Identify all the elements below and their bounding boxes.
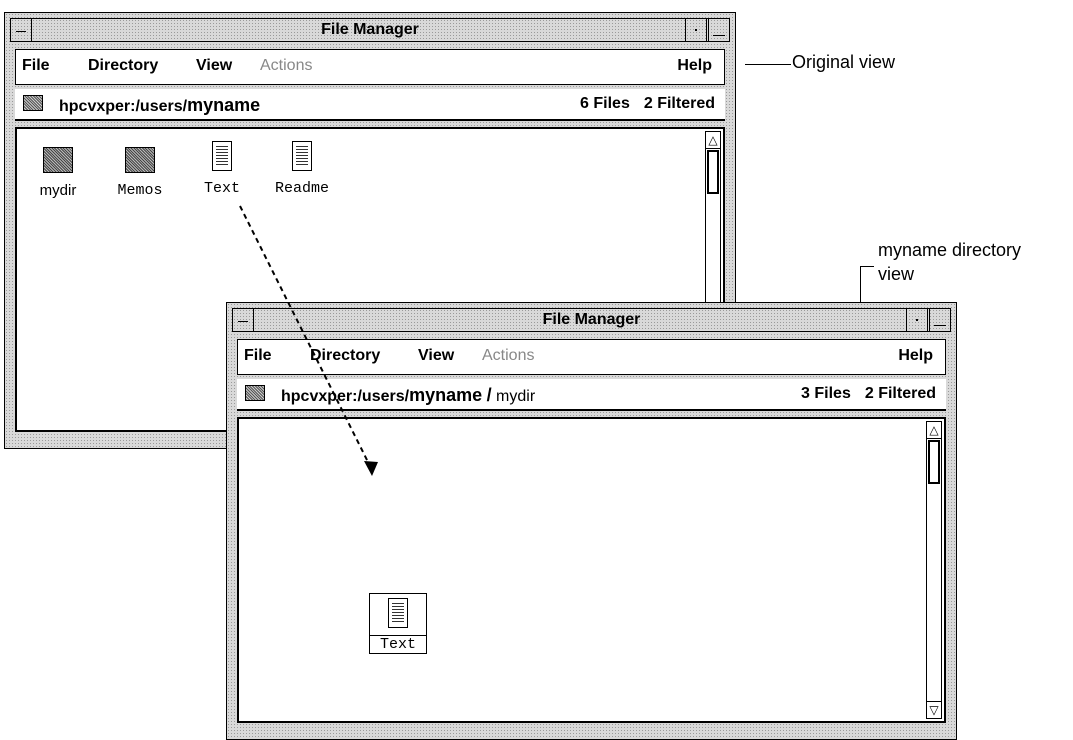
menu-view[interactable]: View	[196, 57, 232, 75]
document-icon	[292, 141, 312, 171]
scroll-thumb[interactable]	[928, 440, 940, 484]
callout-line-2: view	[878, 264, 915, 284]
title-bar[interactable]: File Manager	[10, 18, 730, 42]
scroll-thumb[interactable]	[707, 150, 719, 194]
minimize-button[interactable]	[685, 18, 707, 42]
callout-leader-myname-vertical	[860, 266, 861, 302]
file-counts: 3 Files 2 Filtered	[801, 385, 936, 403]
menu-file[interactable]: File	[244, 347, 272, 365]
current-path[interactable]: hpcvxper:/users/myname	[59, 95, 260, 116]
menu-help[interactable]: Help	[677, 57, 712, 75]
folder-icon	[43, 147, 73, 173]
minimize-button[interactable]	[906, 308, 928, 332]
menu-directory[interactable]: Directory	[88, 57, 158, 75]
current-path[interactable]: hpcvxper:/users/myname / mydir	[281, 385, 535, 406]
file-item-text-selected[interactable]: Text	[369, 593, 427, 654]
menu-directory[interactable]: Directory	[310, 347, 380, 365]
filtered-count: 2 Filtered	[864, 385, 936, 402]
window-title: File Manager	[542, 311, 641, 328]
menu-bar: File Directory View Actions Help	[15, 49, 725, 85]
file-counts: 6 Files 2 Filtered	[580, 95, 715, 113]
file-item-text[interactable]: Text	[187, 141, 257, 197]
path-bar: hpcvxper:/users/myname / mydir 3 Files 2 …	[237, 379, 946, 411]
folder-icon	[23, 95, 43, 111]
file-item-readme[interactable]: Readme	[267, 141, 337, 197]
folder-icon	[245, 385, 265, 401]
callout-original-view: Original view	[792, 52, 896, 72]
callout-leader-original	[745, 64, 791, 65]
menu-actions[interactable]: Actions	[482, 347, 534, 365]
file-item-memos[interactable]: Memos	[105, 147, 175, 199]
scroll-up-arrow-icon[interactable]: △	[706, 132, 720, 149]
path-bar: hpcvxper:/users/myname 6 Files 2 Filtered	[15, 89, 725, 121]
maximize-button[interactable]	[929, 308, 951, 332]
callout-myname-directory-view: myname directory view	[878, 238, 1021, 286]
files-count: 6 Files	[580, 95, 630, 112]
menu-view[interactable]: View	[418, 347, 454, 365]
callout-line-1: myname directory	[878, 240, 1022, 260]
filtered-count: 2 Filtered	[643, 95, 715, 112]
folder-icon	[125, 147, 155, 173]
menu-help[interactable]: Help	[898, 347, 933, 365]
scroll-down-arrow-icon[interactable]: ▽	[927, 701, 941, 718]
title-bar[interactable]: File Manager	[232, 308, 951, 332]
document-icon	[388, 598, 408, 628]
window-title: File Manager	[321, 21, 419, 38]
scroll-up-arrow-icon[interactable]: △	[927, 422, 941, 439]
file-item-mydir[interactable]: mydir	[23, 147, 93, 199]
callout-leader-myname	[860, 266, 874, 267]
maximize-button[interactable]	[708, 18, 730, 42]
vertical-scrollbar[interactable]: △ ▽	[926, 421, 942, 719]
file-view-area[interactable]: Text △ ▽	[237, 417, 946, 723]
document-icon	[212, 141, 232, 171]
menu-actions[interactable]: Actions	[260, 57, 312, 75]
files-count: 3 Files	[801, 385, 851, 402]
file-manager-window-mydir: File Manager File Directory View Actions…	[226, 302, 957, 740]
menu-file[interactable]: File	[22, 57, 50, 75]
menu-bar: File Directory View Actions Help	[237, 339, 946, 375]
